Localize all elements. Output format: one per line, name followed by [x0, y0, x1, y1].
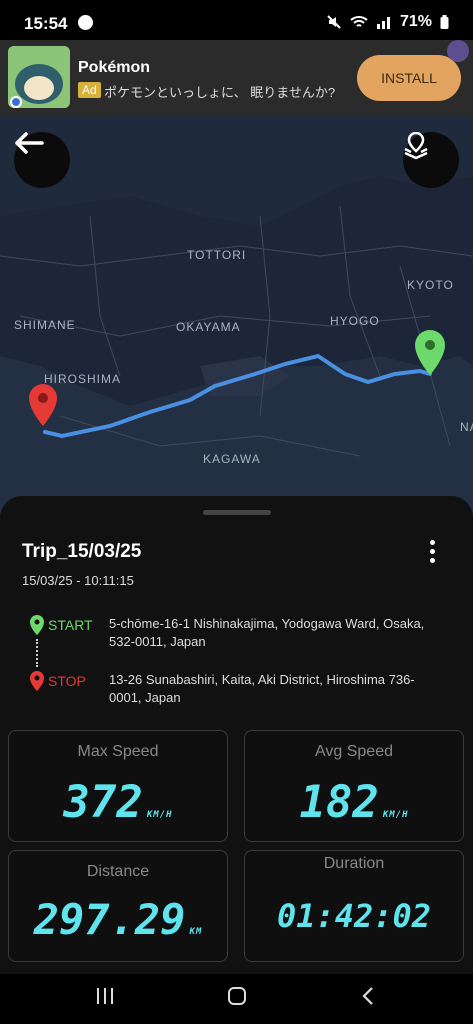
- back-button[interactable]: [14, 132, 70, 188]
- avg-speed-unit: KM/H: [382, 810, 409, 820]
- install-button[interactable]: INSTALL: [357, 55, 461, 101]
- battery-level: 71%: [399, 13, 432, 30]
- status-icons: 71%: [326, 13, 449, 31]
- trip-details-sheet: Trip_15/03/25 15/03/25 - 10:11:15 START …: [0, 496, 473, 974]
- map-label: KYOTO: [407, 278, 454, 292]
- account-icon: [78, 15, 93, 30]
- ad-description: ポケモンといっしょに、 眠りませんか?: [104, 85, 336, 100]
- wifi-icon: [350, 16, 368, 27]
- stop-label: STOP: [48, 673, 86, 689]
- start-address: 5-chōme-16-1 Nishinakajima, Yodogawa War…: [109, 616, 425, 649]
- map-label: NA: [460, 420, 473, 434]
- battery-icon: [440, 15, 449, 29]
- recent-apps-icon[interactable]: [95, 986, 115, 1006]
- start-label: START: [48, 617, 93, 633]
- distance-value: 297.29 KM: [33, 895, 203, 944]
- map-label: KAGAWA: [203, 452, 261, 466]
- stop-address: 13-26 Sunabashiri, Kaita, Aki District, …: [109, 672, 415, 705]
- drag-handle[interactable]: [203, 510, 271, 515]
- system-nav-bar: [0, 974, 473, 1024]
- status-time: 15:54: [24, 14, 68, 33]
- trip-title: Trip_15/03/25: [22, 541, 142, 562]
- ad-title: Pokémon: [78, 59, 151, 76]
- map-label: OKAYAMA: [176, 320, 241, 334]
- arrow-left-icon: [15, 132, 44, 154]
- map-label: TOTTORI: [187, 248, 247, 262]
- ad-banner[interactable]: Pokémon Ad ポケモンといっしょに、 眠りませんか? INSTALL: [0, 40, 473, 116]
- distance-label: Distance: [86, 863, 150, 880]
- signal-icon: [376, 17, 390, 29]
- max-speed-card: Max Speed 372 KM/H: [8, 730, 228, 842]
- map-label: SHIMANE: [14, 318, 76, 332]
- map-label: HYOGO: [330, 314, 380, 328]
- home-icon[interactable]: [227, 986, 247, 1006]
- map-label: HIROSHIMA: [44, 372, 122, 386]
- duration-label: Duration: [323, 855, 385, 872]
- stop-pin-icon: [30, 671, 44, 691]
- back-nav-icon[interactable]: [361, 986, 375, 1006]
- avg-speed-label: Avg Speed: [315, 743, 393, 760]
- more-options-icon[interactable]: [420, 540, 444, 566]
- max-speed-label: Max Speed: [77, 743, 159, 760]
- start-pin-icon: [30, 615, 44, 635]
- avg-speed-card: Avg Speed 182 KM/H: [244, 730, 464, 842]
- status-bar: 15:54 71%: [0, 0, 473, 40]
- map-layers-button[interactable]: [403, 132, 459, 188]
- duration-card: Duration 01:42:02: [244, 850, 464, 962]
- max-speed-unit: KM/H: [146, 810, 173, 820]
- avg-speed-value: 182 KM/H: [299, 777, 409, 828]
- max-speed-value: 372 KM/H: [63, 777, 173, 828]
- ad-thumbnail: [8, 46, 70, 108]
- ad-tag: Ad: [78, 82, 101, 98]
- layers-pin-icon: [404, 132, 428, 160]
- duration-value: 01:42:02: [276, 897, 432, 935]
- distance-card: Distance 297.29 KM: [8, 850, 228, 962]
- distance-unit: KM: [189, 927, 203, 937]
- route-connector: [36, 639, 38, 667]
- trip-datetime: 15/03/25 - 10:11:15: [22, 573, 134, 588]
- ad-choices-icon[interactable]: [447, 40, 469, 62]
- route-map[interactable]: TOTTORI KYOTO SHIMANE OKAYAMA HYOGO HIRO…: [0, 116, 473, 516]
- mute-icon: [327, 15, 341, 29]
